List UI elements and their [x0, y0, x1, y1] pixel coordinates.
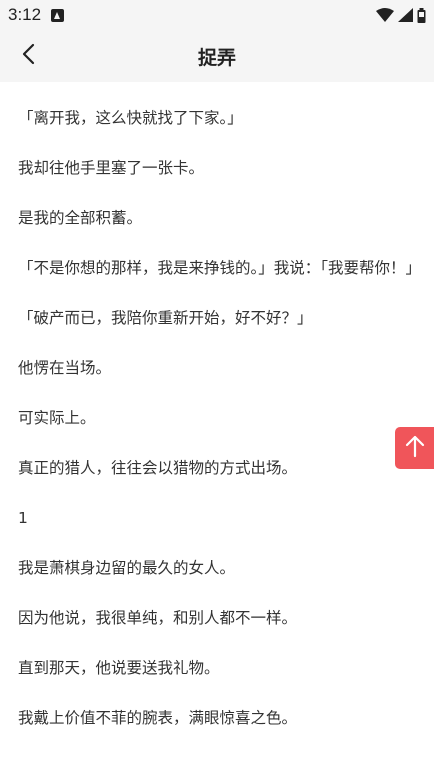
app-notification-icon [51, 8, 65, 22]
paragraph: 我戴上价值不菲的腕表，满眼惊喜之色。 [18, 709, 298, 727]
wifi-icon [376, 8, 394, 22]
paragraph: 「不是你想的那样，我是来挣钱的。」我说：「我要帮你！」 [18, 259, 422, 277]
status-left: 3:12 [8, 5, 65, 25]
page-title: 捉弄 [197, 46, 236, 69]
status-time: 3:12 [8, 5, 42, 24]
status-bar: 3:12 [0, 0, 434, 30]
paragraph: 他愣在当场。 [18, 359, 112, 377]
paragraph: 直到那天，他说要送我礼物。 [18, 659, 220, 677]
paragraph: 我却往他手里塞了一张卡。 [18, 159, 205, 177]
paragraph: 1 [18, 509, 28, 527]
paragraph: 是我的全部积蓄。 [18, 209, 143, 227]
paragraph: 「破产而已，我陪你重新开始，好不好？」 [18, 309, 313, 327]
arrow-up-icon [405, 434, 425, 462]
scroll-to-top-button[interactable] [395, 427, 434, 469]
paragraph: 我是萧棋身边留的最久的女人。 [18, 559, 236, 577]
paragraph: 真正的猎人，往往会以猎物的方式出场。 [18, 459, 298, 477]
paragraph: 可实际上。 [18, 409, 96, 427]
paragraph: 因为他说，我很单纯，和别人都不一样。 [18, 609, 298, 627]
app-header: 捉弄 [0, 30, 434, 82]
back-button[interactable] [12, 40, 44, 72]
chapter-content: 「离开我，这么快就找了下家。」 我却往他手里塞了一张卡。 是我的全部积蓄。 「不… [18, 82, 422, 730]
chevron-left-icon [20, 43, 36, 69]
paragraph: 「离开我，这么快就找了下家。」 [18, 109, 243, 127]
battery-icon [417, 7, 426, 23]
signal-icon [398, 8, 413, 22]
status-right [376, 7, 426, 23]
